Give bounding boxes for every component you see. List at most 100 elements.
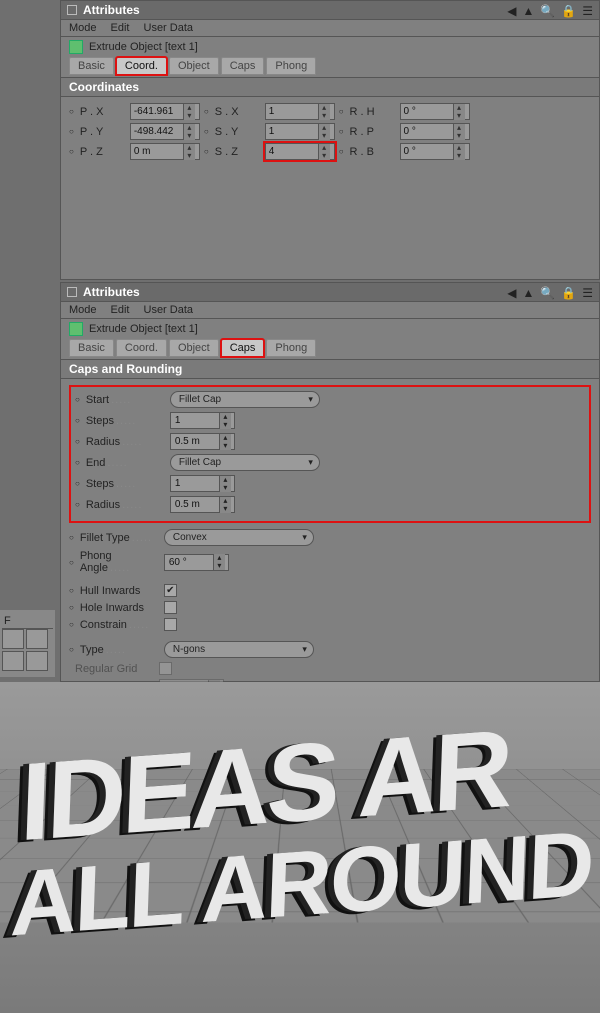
tool-icon[interactable] bbox=[26, 651, 48, 671]
input-rp[interactable] bbox=[401, 126, 453, 137]
input-sz[interactable] bbox=[266, 146, 318, 157]
label-rh: R . H bbox=[350, 106, 396, 118]
section-head: Caps and Rounding bbox=[61, 359, 599, 379]
label-px: P . X bbox=[80, 106, 126, 118]
panel-title: Attributes bbox=[83, 3, 140, 17]
field-py[interactable]: ▴▾ bbox=[130, 123, 200, 140]
menu-edit[interactable]: Edit bbox=[111, 304, 130, 316]
section-head: Coordinates bbox=[61, 77, 599, 97]
label-steps2: Steps bbox=[86, 478, 166, 490]
checkbox-hole[interactable] bbox=[164, 601, 177, 614]
tab-coord[interactable]: Coord. bbox=[116, 57, 167, 75]
lock-icon[interactable]: 🔒 bbox=[561, 286, 576, 300]
field-steps1[interactable]: ▴▾ bbox=[170, 412, 235, 429]
field-px[interactable]: ▴▾ bbox=[130, 103, 200, 120]
menu-edit[interactable]: Edit bbox=[111, 22, 130, 34]
label-phong-angle: Phong Angle bbox=[80, 550, 160, 574]
tab-coord[interactable]: Coord. bbox=[116, 339, 167, 357]
field-phong-angle[interactable]: ▴▾ bbox=[164, 554, 229, 571]
field-sz[interactable]: ▴▾ bbox=[265, 143, 335, 160]
field-radius1[interactable]: ▴▾ bbox=[170, 433, 235, 450]
tab-caps[interactable]: Caps bbox=[221, 57, 265, 75]
value-fillet-type: Convex bbox=[173, 532, 207, 543]
input-pz[interactable] bbox=[131, 146, 183, 157]
input-steps2[interactable] bbox=[171, 478, 219, 489]
tab-basic[interactable]: Basic bbox=[69, 57, 114, 75]
titlebar: Attributes ◀ ▲ 🔍 🔒 ☰ bbox=[61, 283, 599, 302]
chevron-down-icon: ▾ bbox=[308, 394, 313, 405]
nav-fwd-icon[interactable]: ▲ bbox=[522, 286, 534, 300]
field-sx[interactable]: ▴▾ bbox=[265, 103, 335, 120]
header-icons: ◀ ▲ 🔍 🔒 ☰ bbox=[507, 4, 593, 18]
tab-object[interactable]: Object bbox=[169, 339, 219, 357]
tool-icon[interactable] bbox=[26, 629, 48, 649]
menu-icon[interactable]: ☰ bbox=[582, 286, 593, 300]
nav-back-icon[interactable]: ◀ bbox=[507, 4, 516, 18]
input-steps1[interactable] bbox=[171, 415, 219, 426]
input-px[interactable] bbox=[131, 106, 183, 117]
field-rp[interactable]: ▴▾ bbox=[400, 123, 470, 140]
tool-icon[interactable] bbox=[2, 629, 24, 649]
nav-back-icon[interactable]: ◀ bbox=[507, 286, 516, 300]
label-sy: S . Y bbox=[215, 126, 261, 138]
dropdown-end[interactable]: Fillet Cap▾ bbox=[170, 454, 320, 471]
dropdown-type[interactable]: N-gons▾ bbox=[164, 641, 314, 658]
checkbox-hull[interactable]: ✔ bbox=[164, 584, 177, 597]
input-rh[interactable] bbox=[401, 106, 453, 117]
object-row: Extrude Object [text 1] bbox=[61, 319, 599, 339]
label-radius1: Radius bbox=[86, 436, 166, 448]
search-icon[interactable]: 🔍 bbox=[540, 4, 555, 18]
dropdown-start[interactable]: Fillet Cap▾ bbox=[170, 391, 320, 408]
tool-icon[interactable] bbox=[2, 651, 24, 671]
tab-phong[interactable]: Phong bbox=[266, 57, 316, 75]
titlebar: Attributes ◀ ▲ 🔍 🔒 ☰ bbox=[61, 1, 599, 20]
lock-icon[interactable]: 🔒 bbox=[561, 4, 576, 18]
header-icons: ◀ ▲ 🔍 🔒 ☰ bbox=[507, 286, 593, 300]
chevron-down-icon: ▾ bbox=[302, 532, 307, 543]
checkbox-constrain[interactable] bbox=[164, 618, 177, 631]
input-sy[interactable] bbox=[266, 126, 318, 137]
field-sy[interactable]: ▴▾ bbox=[265, 123, 335, 140]
tab-basic[interactable]: Basic bbox=[69, 339, 114, 357]
menu-mode[interactable]: Mode bbox=[69, 22, 97, 34]
input-rb[interactable] bbox=[401, 146, 453, 157]
label-regular-grid: Regular Grid bbox=[75, 663, 155, 675]
field-radius2[interactable]: ▴▾ bbox=[170, 496, 235, 513]
input-py[interactable] bbox=[131, 126, 183, 137]
viewport-3d[interactable]: IDEAS AR ALL AROUND bbox=[0, 682, 600, 1013]
label-hole: Hole Inwards bbox=[80, 602, 160, 614]
tab-caps[interactable]: Caps bbox=[221, 339, 265, 357]
search-icon[interactable]: 🔍 bbox=[540, 286, 555, 300]
input-phong-angle[interactable] bbox=[165, 557, 213, 568]
dropdown-fillet-type[interactable]: Convex ▾ bbox=[164, 529, 314, 546]
label-constrain: Constrain bbox=[80, 619, 160, 631]
menubar: Mode Edit User Data bbox=[61, 302, 599, 319]
menu-userdata[interactable]: User Data bbox=[144, 304, 194, 316]
label-sx: S . X bbox=[215, 106, 261, 118]
nav-fwd-icon[interactable]: ▲ bbox=[522, 4, 534, 18]
menu-userdata[interactable]: User Data bbox=[144, 22, 194, 34]
tab-phong[interactable]: Phong bbox=[266, 339, 316, 357]
field-pz[interactable]: ▴▾ bbox=[130, 143, 200, 160]
input-radius1[interactable] bbox=[171, 436, 219, 447]
label-radius2: Radius bbox=[86, 499, 166, 511]
extrude-icon bbox=[69, 40, 83, 54]
object-name: Extrude Object [text 1] bbox=[89, 323, 198, 335]
label-rb: R . B bbox=[350, 146, 396, 158]
highlighted-group: ○Start Fillet Cap▾ ○Steps ▴▾ ○Radius ▴▾ … bbox=[69, 385, 591, 523]
label-hull: Hull Inwards bbox=[80, 585, 160, 597]
menu-mode[interactable]: Mode bbox=[69, 304, 97, 316]
input-sx[interactable] bbox=[266, 106, 318, 117]
menu-icon[interactable]: ☰ bbox=[582, 4, 593, 18]
field-rh[interactable]: ▴▾ bbox=[400, 103, 470, 120]
label-end: End bbox=[86, 457, 166, 469]
panel-toggle-icon[interactable] bbox=[67, 5, 77, 15]
value-end: Fillet Cap bbox=[179, 457, 221, 468]
input-radius2[interactable] bbox=[171, 499, 219, 510]
label-pz: P . Z bbox=[80, 146, 126, 158]
panel-toggle-icon[interactable] bbox=[67, 287, 77, 297]
label-steps1: Steps bbox=[86, 415, 166, 427]
tab-object[interactable]: Object bbox=[169, 57, 219, 75]
field-rb[interactable]: ▴▾ bbox=[400, 143, 470, 160]
field-steps2[interactable]: ▴▾ bbox=[170, 475, 235, 492]
